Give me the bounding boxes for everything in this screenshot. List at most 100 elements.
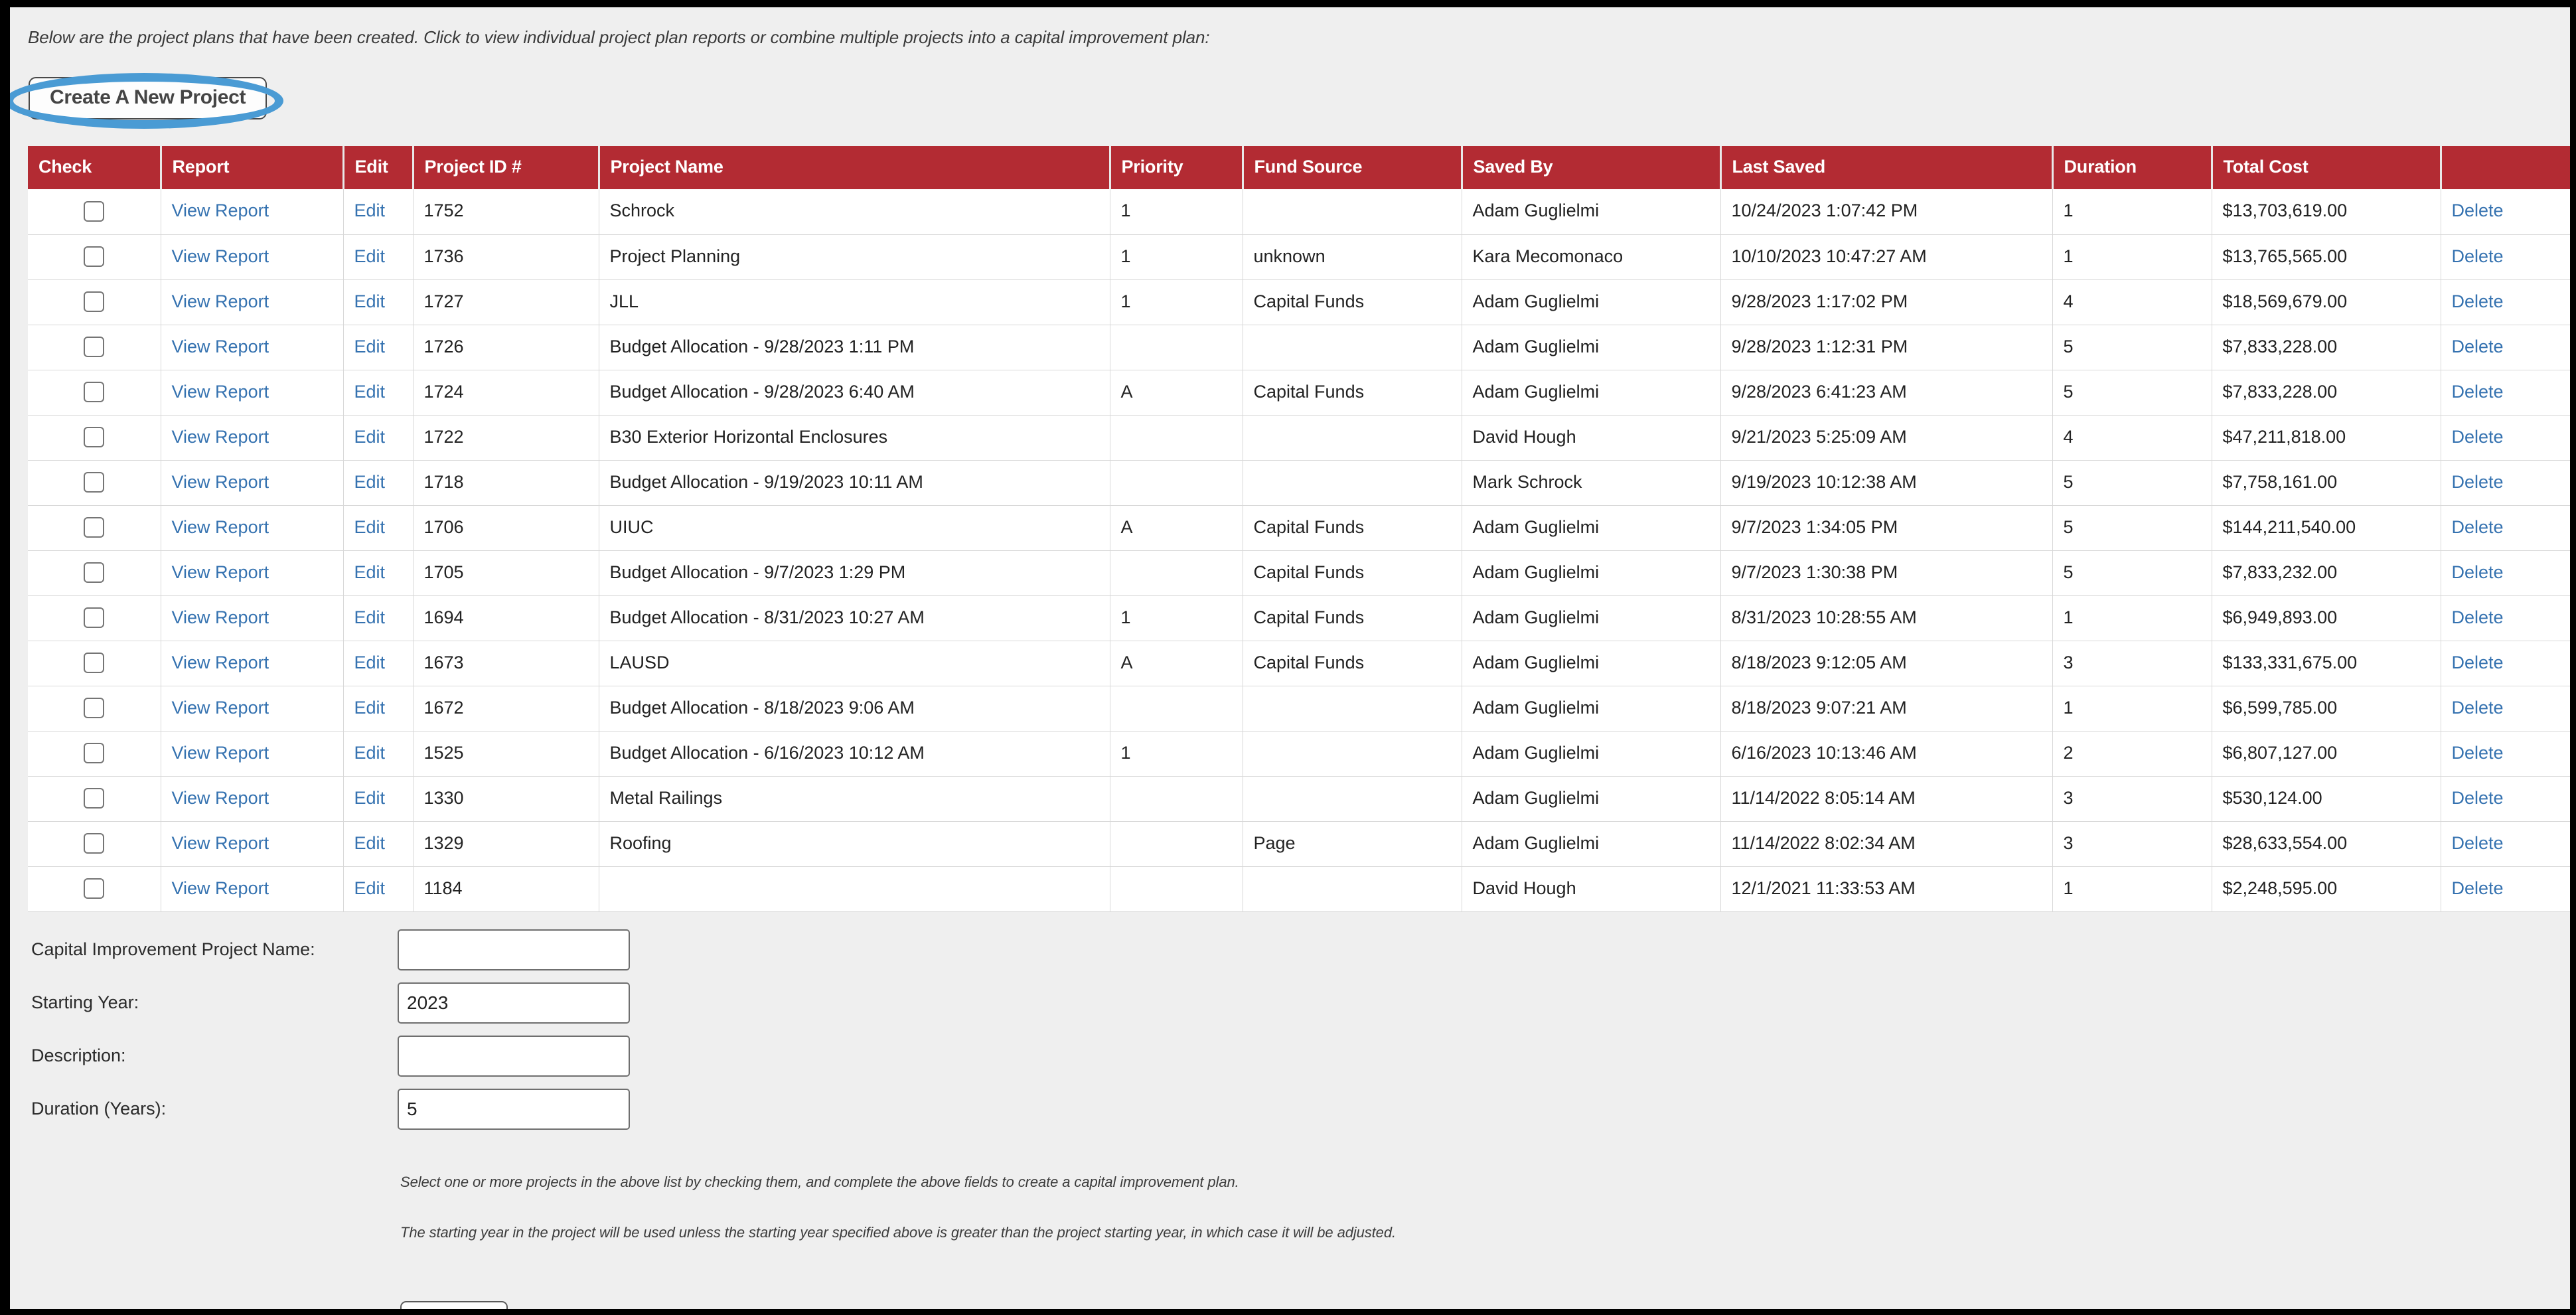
table-row: View Report Edit 1525 Budget Allocation - 6… <box>28 731 2570 777</box>
edit-link[interactable]: Edit <box>354 698 386 718</box>
delete-link[interactable]: Delete <box>2452 698 2504 718</box>
edit-link[interactable]: Edit <box>354 878 386 898</box>
label-starting-year: Starting Year: <box>31 992 139 1012</box>
project-id-cell: 1726 <box>413 325 599 370</box>
view-report-link[interactable]: View Report <box>172 562 269 582</box>
row-checkbox[interactable] <box>84 382 105 403</box>
project-id-cell: 1330 <box>413 776 599 822</box>
edit-link[interactable]: Edit <box>354 382 386 402</box>
delete-link[interactable]: Delete <box>2452 653 2504 672</box>
create-a-new-project-button[interactable]: Create A New Project <box>29 77 267 119</box>
delete-link[interactable]: Delete <box>2452 878 2504 898</box>
view-report-link[interactable]: View Report <box>172 878 269 898</box>
edit-link[interactable]: Edit <box>354 337 386 356</box>
view-report-link[interactable]: View Report <box>172 653 269 672</box>
description-input[interactable] <box>398 1035 630 1077</box>
row-checkbox[interactable] <box>84 607 105 629</box>
edit-link[interactable]: Edit <box>354 607 386 627</box>
row-checkbox[interactable] <box>84 698 105 719</box>
intro-text: Below are the project plans that have be… <box>28 27 1210 47</box>
delete-link[interactable]: Delete <box>2452 472 2504 492</box>
view-report-link[interactable]: View Report <box>172 698 269 718</box>
report-cell: View Report <box>161 595 344 641</box>
edit-link[interactable]: Edit <box>354 517 386 537</box>
view-report-link[interactable]: View Report <box>172 472 269 492</box>
edit-cell: Edit <box>343 460 414 506</box>
delete-link[interactable]: Delete <box>2452 833 2504 853</box>
edit-link[interactable]: Edit <box>354 246 386 266</box>
view-report-link[interactable]: View Report <box>172 517 269 537</box>
row-checkbox[interactable] <box>84 788 105 809</box>
row-checkbox[interactable] <box>84 246 105 268</box>
view-report-link[interactable]: View Report <box>172 427 269 447</box>
delete-cell: Delete <box>2441 821 2570 867</box>
capital-improvement-project-name-input[interactable] <box>398 929 630 970</box>
delete-link[interactable]: Delete <box>2452 517 2504 537</box>
create-button[interactable]: Create <box>400 1300 508 1309</box>
row-checkbox[interactable] <box>84 562 105 583</box>
table-row: View Report Edit 1752 Schrock 1 Adam Guglielm… <box>28 189 2570 235</box>
fund-source-cell <box>1243 415 1462 461</box>
edit-link[interactable]: Edit <box>354 653 386 672</box>
edit-link[interactable]: Edit <box>354 200 386 220</box>
last-saved-cell: 9/7/2023 1:34:05 PM <box>1720 505 2053 551</box>
row-checkbox[interactable] <box>84 653 105 674</box>
duration-years-input[interactable] <box>398 1088 630 1130</box>
delete-link[interactable]: Delete <box>2452 788 2504 808</box>
delete-link[interactable]: Delete <box>2452 382 2504 402</box>
delete-link[interactable]: Delete <box>2452 743 2504 763</box>
delete-link[interactable]: Delete <box>2452 246 2504 266</box>
row-checkbox[interactable] <box>84 743 105 764</box>
edit-link[interactable]: Edit <box>354 472 386 492</box>
delete-link[interactable]: Delete <box>2452 200 2504 220</box>
table-row: View Report Edit 1727 JLL 1 Capital Funds Adam… <box>28 279 2570 325</box>
row-checkbox[interactable] <box>84 291 105 313</box>
edit-link[interactable]: Edit <box>354 743 386 763</box>
project-id-cell: 1722 <box>413 415 599 461</box>
row-checkbox[interactable] <box>84 472 105 493</box>
row-checkbox[interactable] <box>84 337 105 358</box>
last-saved-cell: 10/24/2023 1:07:42 PM <box>1720 189 2053 235</box>
row-checkbox[interactable] <box>84 517 105 538</box>
view-report-link[interactable]: View Report <box>172 337 269 356</box>
fund-source-cell: Capital Funds <box>1243 641 1462 686</box>
note-select-projects: Select one or more projects in the above… <box>400 1173 1239 1190</box>
report-cell: View Report <box>161 505 344 551</box>
project-id-cell: 1727 <box>413 279 599 325</box>
delete-link[interactable]: Delete <box>2452 607 2504 627</box>
table-row: View Report Edit 1718 Budget Allocation - 9… <box>28 460 2570 506</box>
project-id-cell: 1672 <box>413 686 599 732</box>
total-cost-cell: $144,211,540.00 <box>2212 505 2441 551</box>
form-row-duration-years: Duration (Years): <box>31 1088 2570 1130</box>
starting-year-input[interactable] <box>398 982 630 1024</box>
edit-link[interactable]: Edit <box>354 427 386 447</box>
edit-link[interactable]: Edit <box>354 833 386 853</box>
label-duration-years: Duration (Years): <box>31 1099 167 1119</box>
delete-link[interactable]: Delete <box>2452 291 2504 311</box>
view-report-link[interactable]: View Report <box>172 743 269 763</box>
row-checkbox[interactable] <box>84 200 105 222</box>
delete-link[interactable]: Delete <box>2452 427 2504 447</box>
view-report-link[interactable]: View Report <box>172 246 269 266</box>
priority-cell <box>1110 686 1243 732</box>
row-checkbox[interactable] <box>84 878 105 899</box>
edit-link[interactable]: Edit <box>354 562 386 582</box>
view-report-link[interactable]: View Report <box>172 291 269 311</box>
delete-link[interactable]: Delete <box>2452 562 2504 582</box>
row-select-cell <box>28 866 161 912</box>
project-name-cell: Roofing <box>599 821 1110 867</box>
row-checkbox[interactable] <box>84 833 105 854</box>
row-checkbox[interactable] <box>84 427 105 448</box>
column-header-project-id: Project ID # <box>413 146 600 189</box>
column-header-total-cost: Total Cost <box>2212 146 2442 189</box>
view-report-link[interactable]: View Report <box>172 200 269 220</box>
view-report-link[interactable]: View Report <box>172 382 269 402</box>
edit-link[interactable]: Edit <box>354 291 386 311</box>
edit-link[interactable]: Edit <box>354 788 386 808</box>
view-report-link[interactable]: View Report <box>172 833 269 853</box>
delete-link[interactable]: Delete <box>2452 337 2504 356</box>
view-report-link[interactable]: View Report <box>172 788 269 808</box>
view-report-link[interactable]: View Report <box>172 607 269 627</box>
project-id-cell: 1736 <box>413 234 599 280</box>
table-row: View Report Edit 1329 Roofing Page Adam Gugli… <box>28 821 2570 867</box>
